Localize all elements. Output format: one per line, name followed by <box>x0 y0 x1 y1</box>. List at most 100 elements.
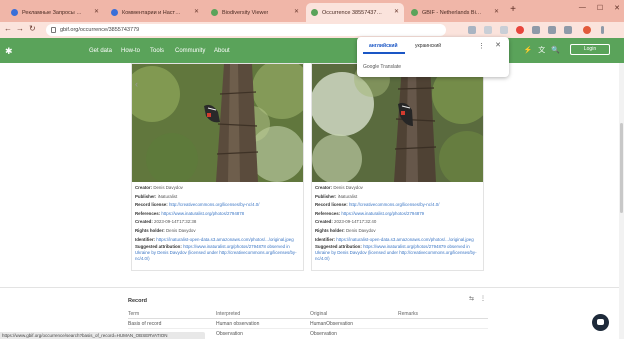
references-line: References: https://www.inaturalist.org/… <box>135 210 245 216</box>
reload-icon[interactable]: ↻ <box>29 24 36 33</box>
nav-community[interactable]: Community <box>175 48 205 54</box>
created-line: Created: 2023-09-14T17:32:40 <box>315 219 377 225</box>
browser-tab-5[interactable]: GBIF - Netherlands Biodiversity ✕ <box>406 3 504 22</box>
rights-holder-line: Rights holder: Denis Davydov <box>315 227 376 233</box>
tab-label: Biodiversity Viewer <box>222 9 269 16</box>
column-term: Term <box>128 311 140 317</box>
browser-menu-icon[interactable] <box>601 26 604 34</box>
publisher-line: Publisher: iNaturalist <box>315 193 358 199</box>
prev-image-icon[interactable]: ‹ <box>135 79 138 89</box>
translate-icon[interactable] <box>468 26 476 34</box>
tab-label: Рекламные Запросы Aleksander <box>22 9 82 16</box>
nav-about[interactable]: About <box>214 48 230 54</box>
tab-close-icon[interactable]: ✕ <box>294 8 299 15</box>
media-info-1: Creator: Denis Davydov Publisher: iNatur… <box>135 184 300 262</box>
status-bar-url: https://www.gbif.org/occurrence/search?b… <box>0 332 205 339</box>
extension-icon[interactable] <box>516 26 524 34</box>
media-card-2: Creator: Denis Davydov Publisher: iNatur… <box>311 63 484 271</box>
address-bar[interactable]: gbif.org/occurrence/3855743779 <box>46 24 446 36</box>
tab-close-icon[interactable]: ✕ <box>394 8 399 15</box>
record-actions: ⇆ ⋮ <box>469 295 486 302</box>
target-language-tab[interactable]: украинский <box>415 43 441 49</box>
chat-icon <box>597 319 604 325</box>
references-link[interactable]: https://www.inaturalist.org/photos/27948… <box>161 211 244 216</box>
tab-label: Комментарии и Настройки <box>122 9 182 16</box>
chat-button[interactable] <box>592 314 609 331</box>
column-interpreted: Interpreted <box>216 311 241 317</box>
toggle-view-icon[interactable]: ⇆ <box>469 295 474 302</box>
maximize-icon[interactable]: ☐ <box>597 4 603 12</box>
creator-line: Creator: Denis Davydov <box>315 185 363 190</box>
back-icon[interactable]: ← <box>4 24 12 33</box>
active-tab-indicator <box>363 52 405 54</box>
license-link[interactable]: http://creativecommons.org/licenses/by-n… <box>349 202 440 207</box>
divider <box>128 328 488 329</box>
publisher-line: Publisher: iNaturalist <box>135 193 178 199</box>
page-scrollbar[interactable] <box>619 63 624 339</box>
more-options-icon[interactable]: ⋮ <box>480 295 486 302</box>
scrollbar-thumb[interactable] <box>620 123 623 213</box>
tab-favicon-icon <box>311 9 318 16</box>
gbif-logo-icon[interactable]: ✱ <box>5 46 15 56</box>
sidebar-icon[interactable] <box>548 26 556 34</box>
license-link[interactable]: http://creativecommons.org/licenses/by-n… <box>169 202 260 207</box>
google-translate-label: Google Translate <box>363 64 402 70</box>
login-button[interactable]: Login <box>570 44 610 55</box>
forward-icon[interactable]: → <box>16 24 24 33</box>
browser-tab-1[interactable]: Рекламные Запросы Aleksander ✕ <box>6 3 104 22</box>
browser-tab-3[interactable]: Biodiversity Viewer ✕ <box>206 3 304 22</box>
address-row: ← → ↻ gbif.org/occurrence/3855743779 <box>0 22 624 38</box>
woodpecker-photo-2[interactable] <box>312 64 483 182</box>
woodpecker-photo-1[interactable] <box>132 64 303 182</box>
tab-close-icon[interactable]: ✕ <box>494 8 499 15</box>
media-info-2: Creator: Denis Davydov Publisher: iNatur… <box>315 184 480 262</box>
share-icon[interactable] <box>484 26 492 34</box>
identifier-link[interactable]: https://inaturalist-open-data.s3.amazona… <box>336 237 473 242</box>
bookmark-star-icon[interactable] <box>500 26 508 34</box>
references-line: References: https://www.inaturalist.org/… <box>315 210 425 216</box>
language-icon[interactable]: 文 <box>538 45 545 55</box>
tab-label: Occurrence 3855743779 <box>322 9 382 16</box>
browser-tab-bar: Рекламные Запросы Aleksander ✕ Комментар… <box>0 0 624 22</box>
nav-tools[interactable]: Tools <box>150 48 164 54</box>
browser-tab-2[interactable]: Комментарии и Настройки ✕ <box>106 3 204 22</box>
record-heading: Record <box>128 298 147 304</box>
site-navbar: ✱ Get data How-to Tools Community About … <box>0 38 624 63</box>
attribution-line: Suggested attribution: https://www.inatu… <box>135 244 297 262</box>
column-remarks: Remarks <box>398 311 419 317</box>
flash-icon[interactable]: ⚡ <box>524 46 533 54</box>
nav-right-tools: ⚡ 文 🔍 Login <box>524 44 624 55</box>
search-icon[interactable]: 🔍 <box>551 46 560 54</box>
more-options-icon[interactable]: ⋮ <box>478 42 485 50</box>
lock-icon <box>51 27 56 33</box>
url-text: gbif.org/occurrence/3855743779 <box>60 27 140 33</box>
tab-close-icon[interactable]: ✕ <box>194 8 199 15</box>
nav-how-to[interactable]: How-to <box>121 48 140 54</box>
tab-close-icon[interactable]: ✕ <box>94 8 99 15</box>
tab-favicon-icon <box>11 9 18 16</box>
browser-tab-active[interactable]: Occurrence 3855743779 ✕ <box>306 3 404 22</box>
tab-label: GBIF - Netherlands Biodiversity <box>422 9 482 16</box>
identifier-link[interactable]: https://inaturalist-open-data.s3.amazona… <box>156 237 293 242</box>
media-card-1: ‹ Creator: Denis Davydov Publisher: iNat… <box>131 63 304 271</box>
extensions-puzzle-icon[interactable] <box>532 26 540 34</box>
window-controls: — ☐ ✕ <box>579 4 620 12</box>
references-link[interactable]: https://www.inaturalist.org/photos/27948… <box>341 211 424 216</box>
download-icon[interactable] <box>564 26 572 34</box>
tab-favicon-icon <box>111 9 118 16</box>
profile-avatar[interactable] <box>583 26 591 34</box>
column-original: Original <box>310 311 328 317</box>
new-tab-button[interactable]: + <box>507 4 519 16</box>
minimize-icon[interactable]: — <box>579 4 586 12</box>
section-divider <box>0 287 624 288</box>
attribution-line: Suggested attribution: https://www.inatu… <box>315 244 477 262</box>
close-icon[interactable]: ✕ <box>495 41 501 49</box>
nav-get-data[interactable]: Get data <box>89 48 112 54</box>
close-window-icon[interactable]: ✕ <box>614 4 620 12</box>
translate-popup: английский украинский ⋮ ✕ Google Transla… <box>357 37 509 77</box>
identifier-line: Identifier: https://inaturalist-open-dat… <box>315 236 474 242</box>
license-line: Record license: http://creativecommons.o… <box>315 202 440 208</box>
creator-line: Creator: Denis Davydov <box>135 185 183 190</box>
source-language-tab[interactable]: английский <box>369 43 398 49</box>
license-line: Record license: http://creativecommons.o… <box>135 202 260 208</box>
